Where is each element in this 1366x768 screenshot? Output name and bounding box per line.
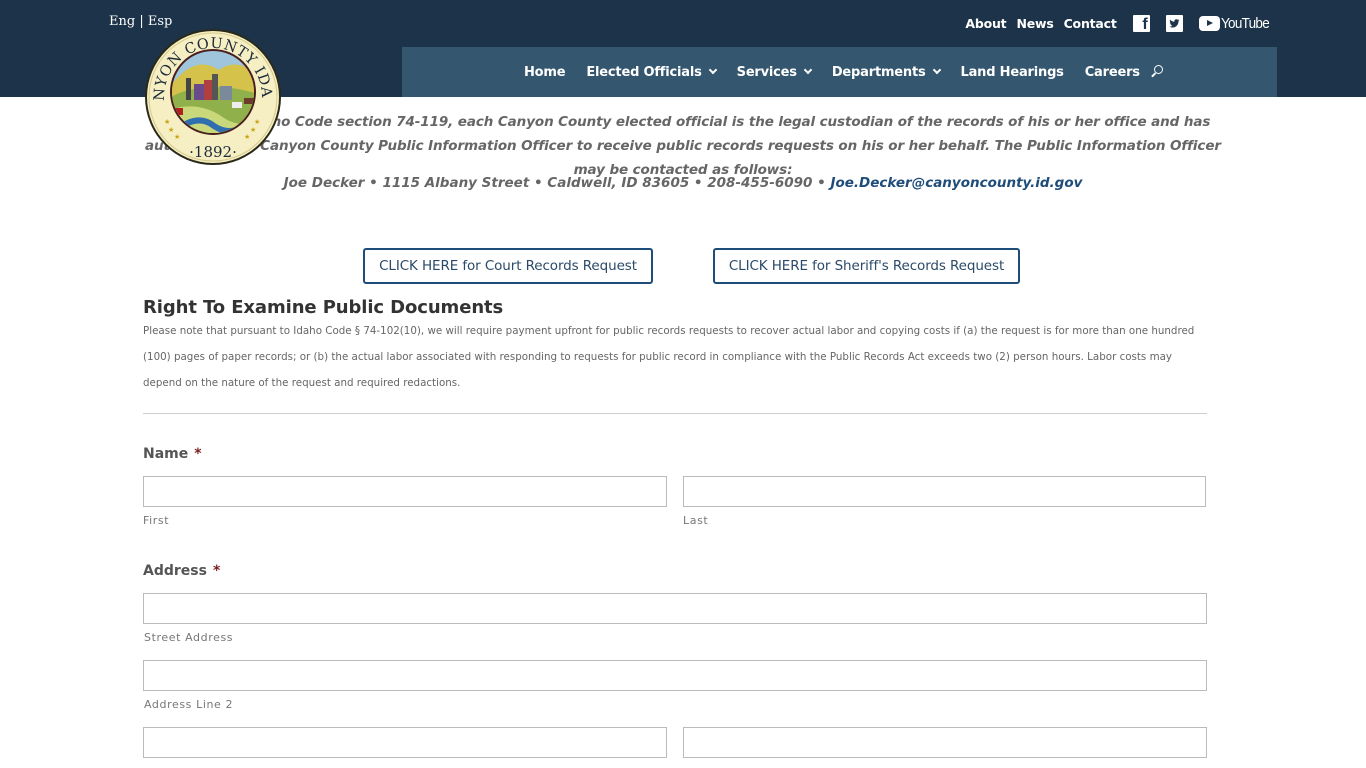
twitter-icon [1165, 14, 1183, 32]
chevron-down-icon [708, 65, 717, 75]
svg-text:★: ★ [250, 126, 256, 134]
address-label-text: Address [143, 563, 207, 579]
chevron-down-icon [932, 65, 941, 75]
about-link[interactable]: About [965, 16, 1006, 31]
last-name-input[interactable] [683, 476, 1206, 507]
section-title: Right To Examine Public Documents [143, 297, 504, 318]
first-name-input[interactable] [143, 476, 667, 507]
language-switcher: Eng | Esp [109, 14, 172, 29]
address-line-2-sublabel: Address Line 2 [144, 698, 234, 711]
nav-departments[interactable]: Departments [831, 64, 941, 80]
facebook-link[interactable] [1132, 14, 1150, 34]
first-name-sublabel: First [143, 514, 170, 527]
search-icon[interactable] [1149, 65, 1163, 79]
nav-home[interactable]: Home [524, 64, 566, 80]
youtube-play-icon [1198, 15, 1220, 31]
svg-text:★: ★ [174, 133, 180, 141]
pio-email-link[interactable]: Joe.Decker@canyoncounty.id.gov [830, 175, 1082, 191]
youtube-link[interactable]: YouTube [1198, 14, 1274, 32]
required-marker: * [212, 563, 221, 579]
nav-label: Land Hearings [960, 64, 1064, 80]
nav-label: Services [736, 64, 797, 80]
youtube-wordmark: YouTube [1220, 14, 1270, 32]
nav-elected-officials[interactable]: Elected Officials [586, 64, 717, 80]
address-label: Address * [143, 563, 220, 579]
nav-label: Careers [1084, 64, 1140, 80]
facebook-icon [1132, 14, 1150, 34]
name-label-text: Name [143, 446, 189, 462]
address-line-2-input[interactable] [143, 660, 1207, 691]
lang-english-link[interactable]: Eng [109, 14, 135, 29]
nav-label: Elected Officials [586, 64, 702, 80]
utility-nav: About News Contact YouTube [955, 12, 1274, 34]
pio-contact-details: Joe Decker • 1115 Albany Street • Caldwe… [283, 175, 831, 191]
name-label: Name * [143, 446, 202, 462]
svg-text:★: ★ [244, 133, 250, 141]
contact-link[interactable]: Contact [1064, 16, 1117, 31]
lang-spanish-link[interactable]: Esp [148, 14, 172, 29]
street-address-sublabel: Street Address [144, 631, 234, 644]
last-name-sublabel: Last [683, 514, 709, 527]
svg-text:★: ★ [254, 118, 260, 126]
divider [143, 413, 1207, 414]
nav-land-hearings[interactable]: Land Hearings [961, 65, 1064, 80]
nav-label: Home [524, 64, 566, 80]
news-link[interactable]: News [1016, 16, 1053, 31]
nav-careers[interactable]: Careers [1085, 65, 1140, 80]
twitter-link[interactable] [1165, 14, 1183, 32]
state-input[interactable] [683, 727, 1207, 758]
sheriff-records-request-button[interactable]: CLICK HERE for Sheriff's Records Request [713, 248, 1020, 284]
chevron-down-icon [803, 65, 813, 75]
county-seal-logo[interactable]: CANYON COUNTY IDAHO ·1892· ★★★ ★★★ [144, 28, 282, 166]
court-records-request-button[interactable]: CLICK HERE for Court Records Request [363, 248, 653, 284]
lang-separator: | [139, 14, 144, 29]
section-body: Please note that pursuant to Idaho Code … [143, 325, 1195, 389]
street-address-input[interactable] [143, 593, 1207, 624]
required-marker: * [194, 446, 202, 462]
seal-year: ·1892· [189, 143, 237, 161]
pio-contact: Joe Decker • 1115 Albany Street • Caldwe… [143, 171, 1223, 195]
main-nav: Home Elected Officials Services Departme… [402, 47, 1277, 97]
city-input[interactable] [143, 727, 667, 758]
nav-label: Departments [831, 64, 926, 80]
nav-services[interactable]: Services [736, 64, 813, 80]
svg-text:★: ★ [164, 118, 170, 126]
